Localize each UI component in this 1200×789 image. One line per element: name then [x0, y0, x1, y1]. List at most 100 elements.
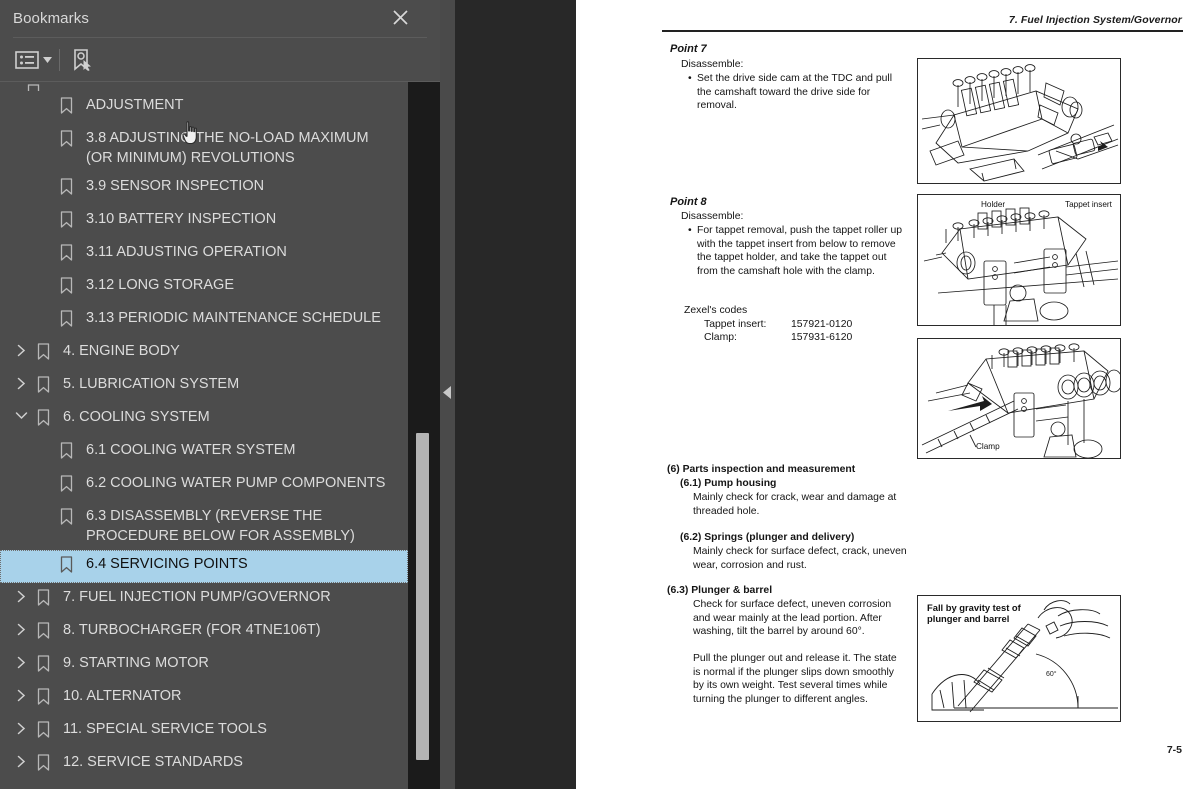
bookmark-row[interactable]: 6. COOLING SYSTEM [0, 403, 408, 436]
bookmark-icon [32, 374, 54, 393]
bookmark-row[interactable]: 9. STARTING MOTOR [0, 649, 408, 682]
document-page: 7. Fuel Injection System/Governor Point … [576, 0, 1200, 789]
bookmarks-panel-header: Bookmarks [0, 0, 440, 37]
bookmark-icon [32, 686, 54, 705]
bookmark-row[interactable]: 5. LUBRICATION SYSTEM [0, 370, 408, 403]
bookmark-icon [55, 176, 77, 195]
bookmark-icon [32, 719, 54, 738]
bookmark-icon [22, 82, 44, 91]
bookmark-row[interactable]: 6.2 COOLING WATER PUMP COMPONENTS [0, 469, 408, 502]
collapse-left-arrow-icon [443, 385, 452, 404]
bookmark-label: 5. LUBRICATION SYSTEM [63, 376, 240, 392]
bookmark-icon [55, 473, 77, 492]
section61-heading: (6.1) Pump housing [680, 478, 777, 489]
chevron-down-icon[interactable] [10, 407, 32, 421]
bookmark-label: 11. SPECIAL SERVICE TOOLS [63, 721, 267, 737]
chevron-right-icon[interactable] [10, 719, 32, 735]
bookmark-icon [32, 407, 54, 426]
chevron-down-icon[interactable] [40, 47, 54, 73]
bookmark-row[interactable]: 12. SERVICE STANDARDS [0, 748, 408, 781]
bookmark-icon [32, 752, 54, 771]
section62-heading: (6.2) Springs (plunger and delivery) [680, 532, 855, 543]
bookmarks-toolbar [0, 38, 440, 81]
bookmark-row[interactable]: 6.4 SERVICING POINTS [0, 550, 408, 583]
bookmarks-tree-scroll-area[interactable]: ADJUSTMENT 3.8 ADJUSTING THE NO-LOAD MAXI… [0, 81, 440, 789]
bookmark-row[interactable]: 11. SPECIAL SERVICE TOOLS [0, 715, 408, 748]
section6-heading: (6) Parts inspection and measurement [667, 464, 856, 475]
camshaft-removal-figure [917, 58, 1121, 184]
bookmark-label: 6.4 SERVICING POINTS [86, 556, 248, 572]
chevron-right-icon[interactable] [10, 686, 32, 702]
point7-subheading: Disassemble: [681, 59, 744, 70]
scrollbar-thumb[interactable] [416, 433, 429, 760]
bookmark-row[interactable]: 3.13 PERIODIC MAINTENANCE SCHEDULE [0, 304, 408, 337]
pdf-viewer-area[interactable]: 7. Fuel Injection System/Governor Point … [455, 0, 1200, 789]
bookmark-label: 6.1 COOLING WATER SYSTEM [86, 442, 296, 458]
chevron-right-icon[interactable] [10, 374, 32, 390]
panel-collapse-handle[interactable] [440, 0, 455, 789]
point8-bullet: • For tappet removal, push the tappet rol… [688, 225, 903, 277]
bookmark-icon [32, 587, 54, 606]
header-rule [662, 30, 1183, 32]
bookmark-row[interactable]: 3.12 LONG STORAGE [0, 271, 408, 304]
bookmark-row[interactable]: 3.8 ADJUSTING THE NO-LOAD MAXIMUM (OR MI… [0, 124, 408, 172]
new-bookmark-icon[interactable] [68, 46, 96, 74]
bookmark-label: 12. SERVICE STANDARDS [63, 754, 243, 770]
bookmark-label: 8. TURBOCHARGER (FOR 4TNE106T) [63, 622, 321, 638]
code-row-0-value: 157921-0120 [791, 319, 853, 330]
chevron-right-icon[interactable] [10, 653, 32, 669]
bookmark-label: ADJUSTMENT [86, 97, 184, 113]
svg-text:60°: 60° [1046, 670, 1057, 678]
bookmark-label: 7. FUEL INJECTION PUMP/GOVERNOR [63, 589, 331, 605]
list-options-icon[interactable] [14, 47, 40, 73]
bookmark-label: 6.2 COOLING WATER PUMP COMPONENTS [86, 475, 386, 491]
bookmark-row[interactable]: 8. TURBOCHARGER (FOR 4TNE106T) [0, 616, 408, 649]
chevron-right-icon[interactable] [10, 587, 32, 603]
bookmark-icon [55, 554, 77, 573]
bookmark-row[interactable]: ADJUSTMENT [0, 91, 408, 124]
close-icon[interactable] [386, 3, 414, 31]
bookmark-row[interactable]: 6.1 COOLING WATER SYSTEM [0, 436, 408, 469]
chevron-right-icon[interactable] [10, 752, 32, 768]
bookmark-icon [32, 341, 54, 360]
bookmark-row[interactable]: 4. ENGINE BODY [0, 337, 408, 370]
bookmark-row[interactable]: 3.10 BATTERY INSPECTION [0, 205, 408, 238]
bookmark-label: 3.11 ADJUSTING OPERATION [86, 244, 287, 260]
figure2-label-tappet-insert: Tappet insert [1065, 200, 1112, 209]
application-window: Bookmarks ADJUSTMENT 3.8 ADJUSTING THE N… [0, 0, 1200, 789]
bookmark-icon [32, 653, 54, 672]
chevron-right-icon[interactable] [10, 620, 32, 636]
bookmark-row-clipped[interactable] [0, 82, 408, 91]
point8-heading: Point 8 [670, 196, 707, 208]
bookmark-row[interactable]: 3.11 ADJUSTING OPERATION [0, 238, 408, 271]
point8-subheading: Disassemble: [681, 211, 744, 222]
section61-body: Mainly check for crack, wear and damage … [693, 492, 897, 517]
chevron-right-icon[interactable] [10, 341, 32, 357]
bookmark-row[interactable]: 7. FUEL INJECTION PUMP/GOVERNOR [0, 583, 408, 616]
bookmark-row[interactable]: 3.9 SENSOR INSPECTION [0, 172, 408, 205]
code-row-1-name: Clamp: [704, 332, 737, 343]
bookmark-icon [55, 128, 77, 147]
section63-heading: (6.3) Plunger & barrel [667, 585, 773, 596]
bookmark-icon [32, 620, 54, 639]
bookmark-label: 6. COOLING SYSTEM [63, 409, 210, 425]
bookmarks-scrollbar[interactable] [408, 82, 440, 789]
bookmark-label: 3.8 ADJUSTING THE NO-LOAD MAXIMUM (OR MI… [86, 130, 369, 166]
bookmark-row[interactable]: 10. ALTERNATOR [0, 682, 408, 715]
bookmark-row[interactable]: 6.3 DISASSEMBLY (REVERSE THE PROCEDURE B… [0, 502, 408, 550]
bookmark-label: 3.13 PERIODIC MAINTENANCE SCHEDULE [86, 310, 381, 326]
toolbar-divider [59, 48, 60, 71]
tappet-holder-figure [917, 194, 1121, 326]
bookmark-icon [55, 308, 77, 327]
page-number: 7-5 [1166, 744, 1182, 756]
bookmark-label: 3.10 BATTERY INSPECTION [86, 211, 277, 227]
